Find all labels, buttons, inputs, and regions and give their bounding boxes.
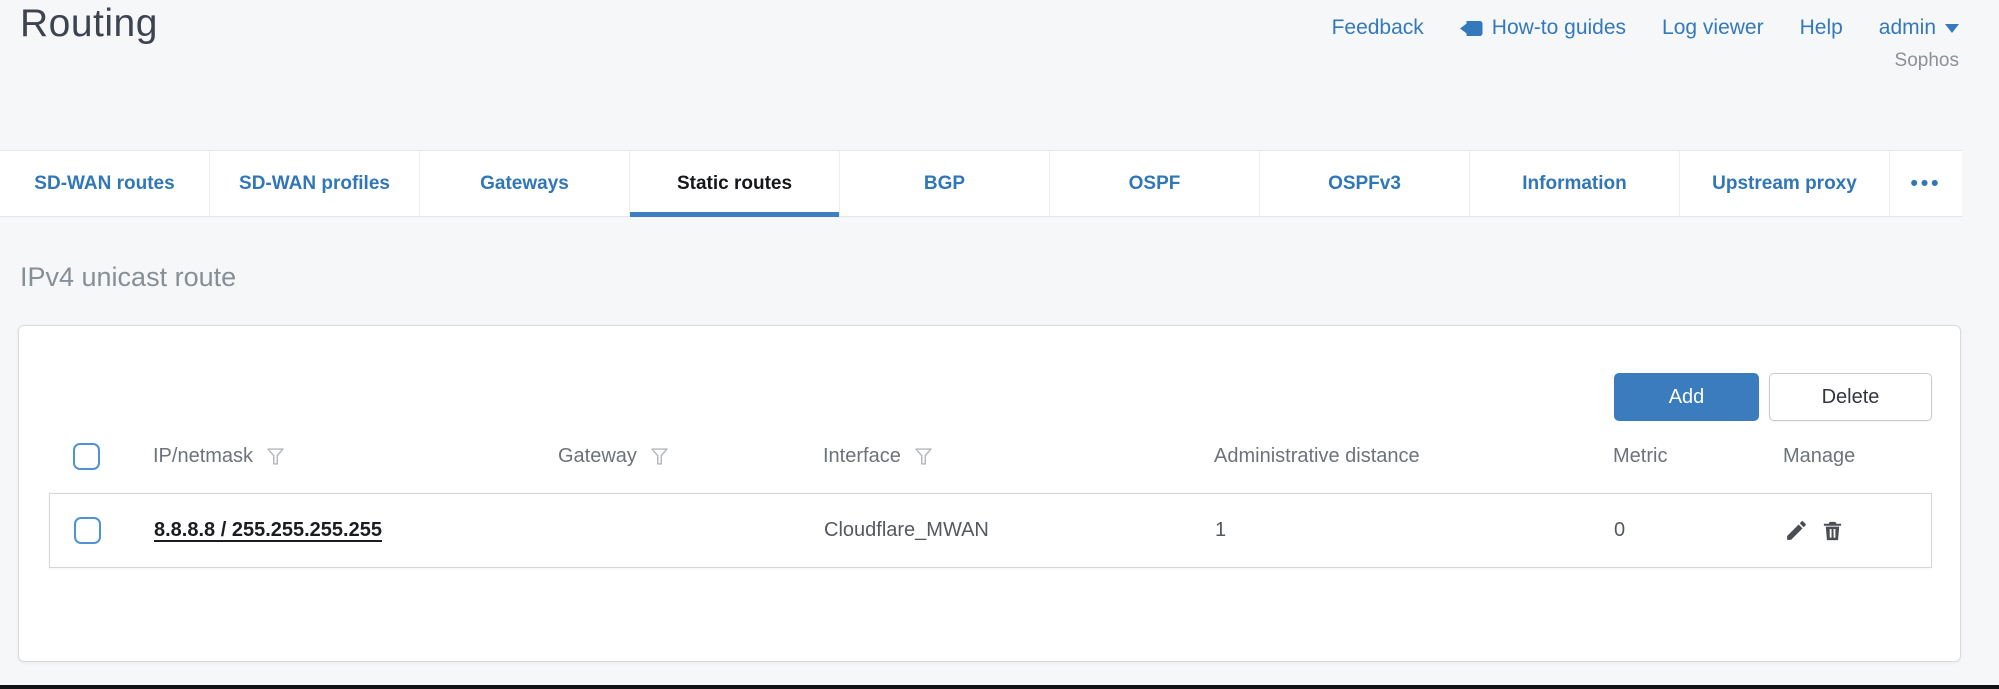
select-all-checkbox[interactable]: [73, 443, 100, 470]
table-toolbar: Add Delete: [1614, 373, 1932, 421]
window-bottom-edge: [0, 685, 1999, 689]
funnel-icon[interactable]: [265, 446, 286, 467]
column-header-interface: Interface: [823, 445, 901, 468]
route-interface-value: Cloudflare_MWAN: [824, 519, 1215, 542]
funnel-icon[interactable]: [649, 446, 670, 467]
pencil-icon[interactable]: [1784, 518, 1809, 543]
column-header-ip-netmask: IP/netmask: [153, 445, 253, 468]
tab-bar: SD-WAN routes SD-WAN profiles Gateways S…: [0, 150, 1962, 217]
delete-button[interactable]: Delete: [1769, 373, 1932, 421]
tab-static-routes[interactable]: Static routes: [630, 151, 840, 216]
page-title: Routing: [20, 2, 158, 46]
tab-ospfv3[interactable]: OSPFv3: [1260, 151, 1470, 216]
ellipsis-icon: •••: [1910, 172, 1941, 196]
brand-label: Sophos: [1895, 50, 1959, 72]
routing-page: Routing Feedback How-to guides Log viewe…: [0, 0, 1999, 689]
routes-card: Add Delete IP/netmask Gateway Interface: [18, 325, 1961, 662]
tab-bgp[interactable]: BGP: [840, 151, 1050, 216]
row-checkbox[interactable]: [74, 517, 101, 544]
column-header-metric: Metric: [1613, 445, 1667, 468]
video-camera-icon: [1460, 20, 1483, 37]
admin-menu[interactable]: admin: [1879, 16, 1959, 40]
admin-menu-label: admin: [1879, 16, 1936, 40]
add-button[interactable]: Add: [1614, 373, 1759, 421]
column-header-gateway: Gateway: [558, 445, 637, 468]
chevron-down-icon: [1945, 24, 1959, 33]
column-header-manage: Manage: [1783, 445, 1855, 468]
trash-icon[interactable]: [1821, 518, 1844, 543]
top-nav: Feedback How-to guides Log viewer Help a…: [1332, 16, 1959, 40]
tab-ospf[interactable]: OSPF: [1050, 151, 1260, 216]
route-admin-distance-value: 1: [1215, 519, 1614, 542]
feedback-link[interactable]: Feedback: [1332, 16, 1424, 40]
tab-sd-wan-profiles[interactable]: SD-WAN profiles: [210, 151, 420, 216]
tab-upstream-proxy[interactable]: Upstream proxy: [1680, 151, 1890, 216]
table-row: 8.8.8.8 / 255.255.255.255 Cloudflare_MWA…: [49, 493, 1932, 568]
tab-sd-wan-routes[interactable]: SD-WAN routes: [0, 151, 210, 216]
column-header-admin-distance: Administrative distance: [1214, 445, 1420, 468]
help-link[interactable]: Help: [1800, 16, 1843, 40]
log-viewer-link[interactable]: Log viewer: [1662, 16, 1764, 40]
tab-information[interactable]: Information: [1470, 151, 1680, 216]
route-metric-value: 0: [1614, 519, 1784, 542]
more-tabs-button[interactable]: •••: [1890, 151, 1962, 216]
howto-guides-link[interactable]: How-to guides: [1460, 16, 1626, 40]
tab-gateways[interactable]: Gateways: [420, 151, 630, 216]
howto-guides-label: How-to guides: [1492, 16, 1626, 40]
route-manage-cell: [1784, 518, 1931, 543]
section-heading: IPv4 unicast route: [20, 262, 236, 293]
funnel-icon[interactable]: [913, 446, 934, 467]
route-ip-netmask-link[interactable]: 8.8.8.8 / 255.255.255.255: [154, 519, 382, 542]
table-header: IP/netmask Gateway Interface Administrat…: [49, 431, 1932, 481]
